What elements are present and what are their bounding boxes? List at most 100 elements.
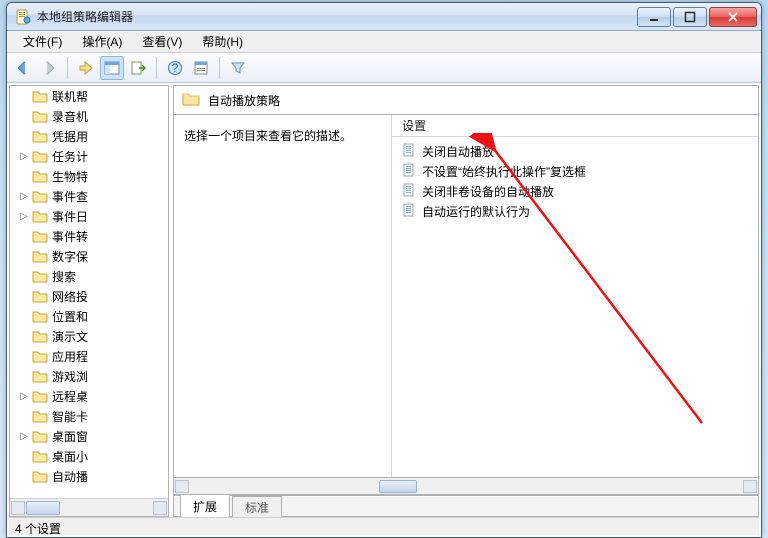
folder-icon: [32, 89, 48, 103]
tree-item[interactable]: 智能卡: [10, 406, 168, 426]
tree-item-label: 任务计: [52, 148, 88, 165]
back-button[interactable]: [11, 56, 35, 80]
app-icon: [15, 9, 31, 25]
minimize-button[interactable]: [637, 7, 671, 27]
scroll-thumb[interactable]: [26, 501, 60, 515]
status-text: 4 个设置: [15, 522, 61, 536]
tree-item-label: 联机帮: [52, 88, 88, 105]
tree-body[interactable]: 联机帮录音机凭据用 ▷ 任务计生物特 ▷ 事件查▷事件日事件转数字保搜索网络投位置和演示…: [10, 86, 168, 498]
tree-item[interactable]: 桌面小: [10, 446, 168, 466]
details-h-scrollbar[interactable]: [173, 477, 759, 495]
tree-item-label: 录音机: [52, 108, 88, 125]
client-area: 联机帮录音机凭据用 ▷ 任务计生物特 ▷ 事件查▷事件日事件转数字保搜索网络投位置和演示…: [9, 85, 759, 517]
tree-item[interactable]: 事件转: [10, 226, 168, 246]
tree-item-label: 事件查: [52, 188, 88, 205]
tree-item[interactable]: 位置和: [10, 306, 168, 326]
toolbar-separator: [67, 57, 68, 79]
show-tree-button[interactable]: [100, 56, 124, 80]
tree-item-label: 桌面小: [52, 448, 88, 465]
tab-extended[interactable]: 扩展: [180, 495, 230, 518]
tree-item[interactable]: 数字保: [10, 246, 168, 266]
menu-view[interactable]: 查看(V): [132, 31, 192, 52]
tree-item[interactable]: ▷ 桌面窗: [10, 426, 168, 446]
scroll-right-icon[interactable]: [743, 480, 757, 493]
window-title: 本地组策略编辑器: [37, 8, 635, 25]
folder-icon: [32, 149, 48, 163]
help-button[interactable]: ?: [163, 56, 187, 80]
menu-action[interactable]: 操作(A): [72, 31, 132, 52]
menu-help[interactable]: 帮助(H): [192, 31, 253, 52]
tree-item[interactable]: ▷ 事件查: [10, 186, 168, 206]
maximize-button[interactable]: [673, 7, 707, 27]
column-header-setting[interactable]: 设置: [392, 115, 758, 137]
folder-icon: [32, 369, 48, 383]
toolbar-separator: [219, 57, 220, 79]
setting-row[interactable]: 关闭非卷设备的自动播放: [392, 181, 758, 201]
tree-item[interactable]: 网络投: [10, 286, 168, 306]
folder-icon: [32, 209, 48, 223]
setting-label: 不设置“始终执行此操作”复选框: [422, 163, 586, 180]
forward-button[interactable]: [37, 56, 61, 80]
details-title: 自动播放策略: [208, 92, 280, 109]
scroll-right-icon[interactable]: [153, 501, 167, 515]
folder-icon: [32, 409, 48, 423]
tree-item-label: 事件转: [52, 228, 88, 245]
scroll-left-icon[interactable]: [11, 501, 25, 515]
window-controls: [635, 7, 757, 27]
tree-item-label: 搜索: [52, 268, 76, 285]
menu-file[interactable]: 文件(F): [13, 31, 72, 52]
statusbar: 4 个设置: [9, 517, 759, 535]
tree-item-label: 网络投: [52, 288, 88, 305]
tree-item[interactable]: 联机帮: [10, 86, 168, 106]
filter-button[interactable]: [226, 56, 250, 80]
tree-item[interactable]: ▷远程桌: [10, 386, 168, 406]
tree-item[interactable]: 凭据用: [10, 126, 168, 146]
setting-row[interactable]: 关闭自动播放: [392, 141, 758, 161]
tree-item[interactable]: 应用程: [10, 346, 168, 366]
policy-icon: [402, 203, 416, 220]
tree-item[interactable]: 自动播: [10, 466, 168, 486]
setting-row[interactable]: 不设置“始终执行此操作”复选框: [392, 161, 758, 181]
tree-pane: 联机帮录音机凭据用 ▷ 任务计生物特 ▷ 事件查▷事件日事件转数字保搜索网络投位置和演示…: [9, 85, 169, 517]
tree-item[interactable]: ▷ 任务计: [10, 146, 168, 166]
settings-rows: 关闭自动播放不设置“始终执行此操作”复选框关闭非卷设备的自动播放自动运行的默认行…: [392, 137, 758, 477]
svg-text:?: ?: [172, 61, 179, 75]
expand-icon[interactable]: ▷: [18, 151, 30, 162]
folder-icon: [32, 329, 48, 343]
tree-item[interactable]: 搜索: [10, 266, 168, 286]
folder-icon: [32, 169, 48, 183]
toolbar-separator: [156, 57, 157, 79]
expand-icon[interactable]: ▷: [18, 191, 30, 202]
folder-icon: [182, 91, 200, 109]
expand-icon[interactable]: ▷: [18, 431, 30, 442]
folder-icon: [32, 429, 48, 443]
tree-item-label: 桌面窗: [52, 428, 88, 445]
tree-item-label: 自动播: [52, 468, 88, 485]
up-button[interactable]: [74, 56, 98, 80]
expand-icon[interactable]: ▷: [18, 211, 30, 222]
tree-item-label: 生物特: [52, 168, 88, 185]
expand-icon[interactable]: ▷: [18, 391, 30, 402]
export-button[interactable]: [126, 56, 150, 80]
properties-button[interactable]: [189, 56, 213, 80]
folder-icon: [32, 269, 48, 283]
setting-label: 关闭非卷设备的自动播放: [422, 183, 554, 200]
tree-item[interactable]: 录音机: [10, 106, 168, 126]
tree-h-scrollbar[interactable]: [10, 498, 168, 516]
tree-item[interactable]: ▷事件日: [10, 206, 168, 226]
tree-item[interactable]: 演示文: [10, 326, 168, 346]
folder-icon: [32, 309, 48, 323]
titlebar: 本地组策略编辑器: [7, 3, 761, 31]
tree-item-label: 应用程: [52, 348, 88, 365]
folder-icon: [32, 249, 48, 263]
tree-item-label: 凭据用: [52, 128, 88, 145]
tree-item[interactable]: 生物特: [10, 166, 168, 186]
close-button[interactable]: [709, 7, 757, 27]
tree-item-label: 游戏浏: [52, 368, 88, 385]
policy-icon: [402, 143, 416, 160]
scroll-left-icon[interactable]: [175, 480, 189, 493]
setting-row[interactable]: 自动运行的默认行为: [392, 201, 758, 221]
scroll-thumb[interactable]: [379, 480, 417, 493]
tab-standard[interactable]: 标准: [232, 496, 282, 519]
tree-item[interactable]: 游戏浏: [10, 366, 168, 386]
